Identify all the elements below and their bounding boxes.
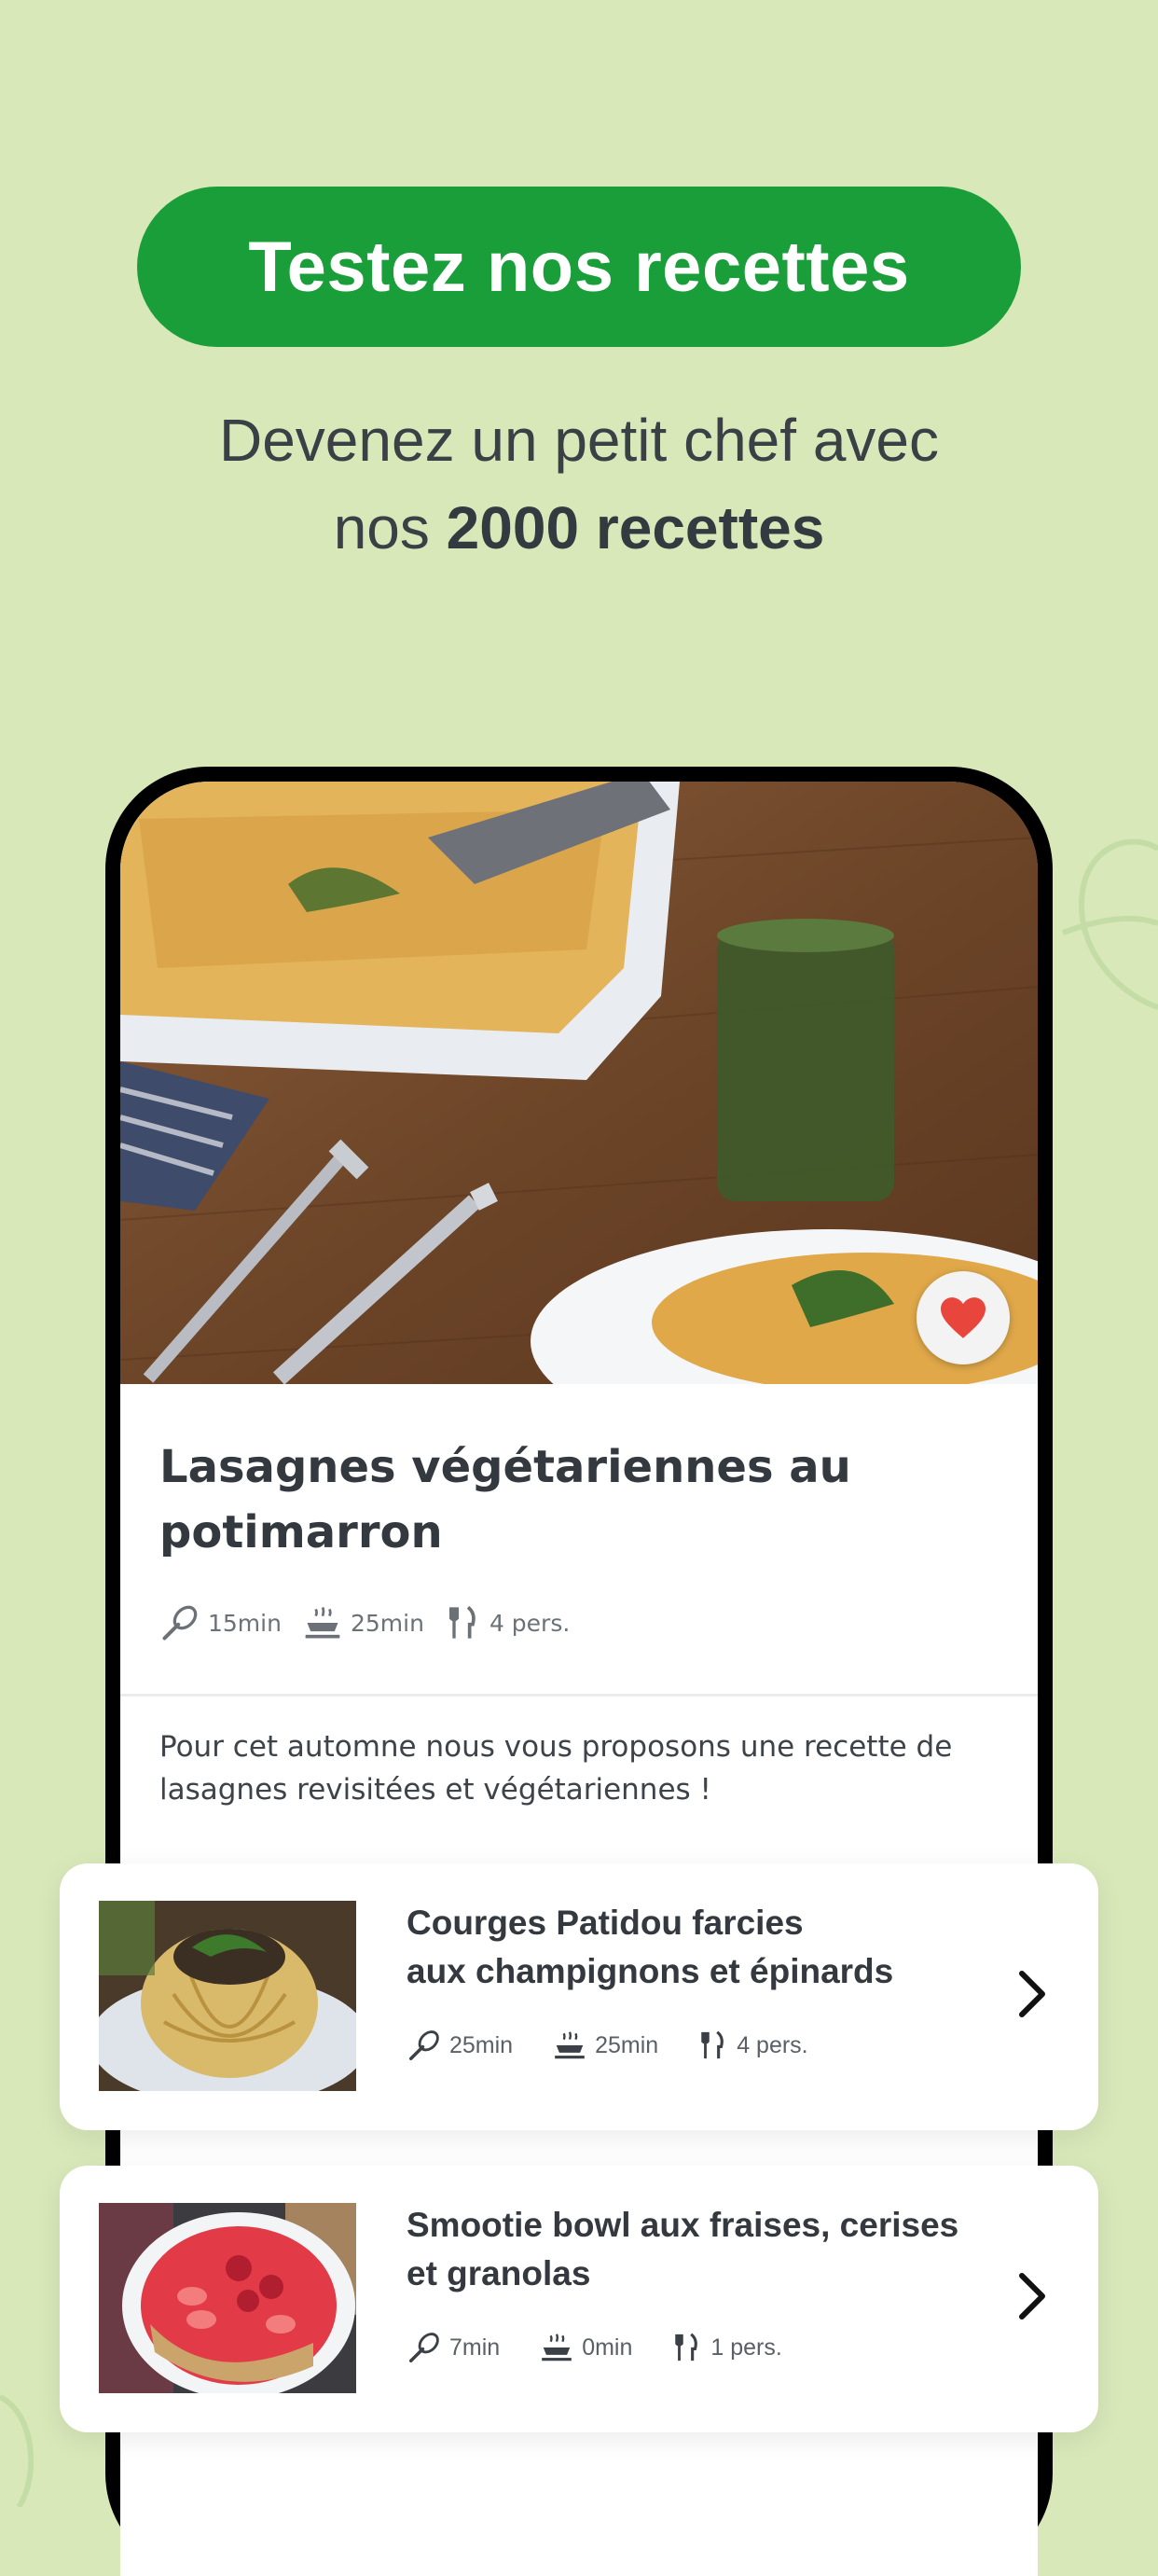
cook-time: 25min	[552, 2028, 658, 2063]
featured-recipe-description: Pour cet automne nous vous proposons une…	[159, 1730, 953, 1807]
lasagna-photo	[120, 782, 1038, 1384]
recipe-meta: 25min 25min 4 pers.	[407, 2028, 848, 2063]
recipe-thumbnail	[99, 2203, 356, 2393]
servings-value: 1 pers.	[710, 2334, 782, 2361]
recipe-meta: 7min 0min 1 pers.	[407, 2330, 821, 2365]
test-recipes-label: Testez nos recettes	[248, 227, 910, 307]
pot-icon	[555, 2031, 585, 2059]
pot-icon	[542, 2334, 572, 2361]
whisk-icon	[409, 2333, 439, 2362]
prep-time: 15min	[159, 1602, 282, 1643]
stuffed-squash-photo	[99, 1901, 356, 2091]
apple-outline-decoration	[1061, 838, 1158, 1010]
favorite-button[interactable]	[917, 1271, 1010, 1364]
recipe-card[interactable]: Smootie bowl aux fraises, cerises et gra…	[60, 2166, 1098, 2432]
featured-recipe-title[interactable]: Lasagnes végétariennes au potimarron	[159, 1434, 980, 1565]
subtitle-prefix: nos	[333, 494, 430, 561]
recipe-card[interactable]: Courges Patidou farcies aux champignons …	[60, 1863, 1098, 2130]
prep-time: 7min	[407, 2330, 500, 2365]
leaf-outline-decoration	[0, 2394, 34, 2507]
prep-time: 25min	[407, 2028, 513, 2063]
prep-time-value: 25min	[449, 2031, 514, 2058]
recipe-title: Smootie bowl aux fraises, cerises et gra…	[407, 2201, 985, 2298]
recipe-title-line-2: et granolas	[407, 2254, 591, 2292]
subtitle-line-2: nos 2000 recettes	[0, 484, 1158, 572]
test-recipes-button[interactable]: Testez nos recettes	[137, 187, 1021, 347]
servings: 4 pers.	[445, 1602, 570, 1643]
heart-icon	[941, 1297, 986, 1338]
cutlery-icon	[675, 2333, 698, 2361]
cook-time-value: 25min	[595, 2031, 659, 2058]
chevron-right-icon[interactable]	[1014, 2268, 1052, 2324]
subtitle: Devenez un petit chef avec nos 2000 rece…	[0, 396, 1158, 572]
servings-value: 4 pers.	[489, 1609, 571, 1637]
cutlery-icon	[701, 2030, 724, 2059]
recipe-thumbnail	[99, 1901, 356, 2091]
chevron-right-icon[interactable]	[1014, 1966, 1052, 2022]
pot-icon	[305, 1606, 340, 1639]
recipe-title-line-1: Smootie bowl aux fraises, cerises	[407, 2206, 959, 2244]
prep-time-value: 7min	[449, 2334, 501, 2361]
servings: 4 pers.	[697, 2028, 808, 2063]
cook-time: 25min	[302, 1602, 424, 1643]
whisk-icon	[409, 2030, 439, 2060]
recipe-title: Courges Patidou farcies aux champignons …	[407, 1899, 985, 1996]
subtitle-line-1: Devenez un petit chef avec	[218, 407, 940, 474]
featured-recipe-meta: 15min 25min 4 pers.	[159, 1602, 590, 1643]
subtitle-bold: 2000 recettes	[446, 494, 825, 561]
servings-value: 4 pers.	[737, 2031, 808, 2058]
cutlery-icon	[448, 1605, 476, 1639]
cook-time-value: 25min	[350, 1609, 424, 1637]
recipe-title-line-1: Courges Patidou farcies	[407, 1904, 804, 1942]
smoothie-bowl-photo	[99, 2203, 356, 2393]
cook-time: 0min	[539, 2330, 632, 2365]
recipe-hero-image[interactable]	[120, 782, 1038, 1384]
servings: 1 pers.	[671, 2330, 782, 2365]
divider	[120, 1694, 1038, 1697]
recipe-title-line-2: aux champignons et épinards	[407, 1952, 894, 1990]
whisk-icon	[162, 1605, 198, 1641]
prep-time-value: 15min	[208, 1609, 282, 1637]
cook-time-value: 0min	[582, 2334, 633, 2361]
